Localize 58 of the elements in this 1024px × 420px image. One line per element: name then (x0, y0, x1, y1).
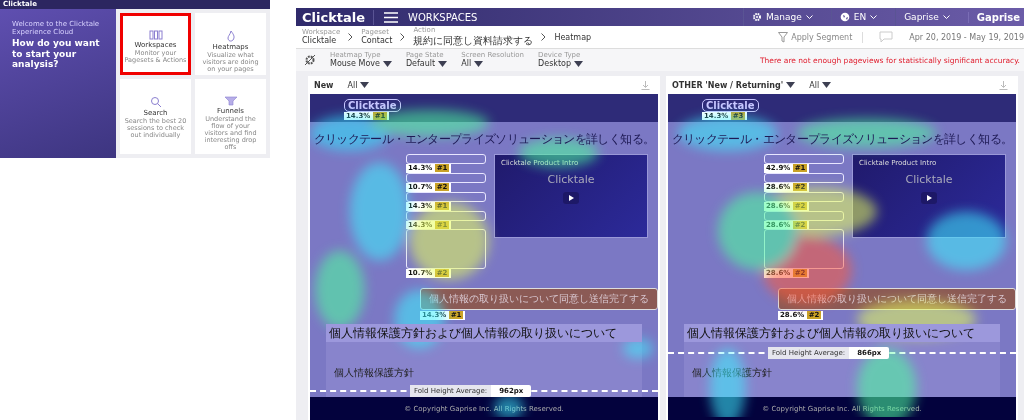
policy-header: 個人情報保護方針および個人情報の取り扱いについて (684, 323, 1000, 342)
caret-icon (822, 82, 832, 88)
search-icon (149, 96, 162, 109)
site-logo: Clicktale (344, 98, 401, 112)
caret-icon (474, 60, 484, 67)
settings-icon[interactable] (304, 54, 316, 66)
flame-icon (225, 30, 236, 42)
breadcrumb-link[interactable]: Heatmap (554, 32, 592, 42)
chevron-icon (348, 33, 354, 41)
chevron-icon (400, 33, 406, 41)
date-range[interactable]: Apr 20, 2019 - May 19, 2019 (909, 32, 1024, 42)
play-icon (921, 192, 937, 205)
menu-button[interactable]: Manage (742, 8, 821, 26)
filter-dropdown[interactable]: All (809, 80, 832, 90)
filter-icon (778, 31, 789, 43)
welcome-title: How do you want to start your analysis? (12, 38, 101, 70)
breadcrumb-link[interactable]: 規約に同意し資料請求する (413, 33, 534, 48)
video-logo: Clicktale (547, 173, 595, 187)
page-heading: クリックテール・エンタープライズソリューションを詳しく知る。 (312, 131, 656, 149)
caret-icon (805, 14, 813, 20)
breadcrumb-link[interactable]: Contact (361, 36, 393, 45)
apply-segment-button[interactable]: Apply Segment (768, 31, 864, 43)
caret-icon (438, 60, 448, 67)
comment-icon[interactable] (879, 31, 894, 43)
caret-icon (942, 14, 950, 20)
settings-icon (751, 12, 762, 22)
filter-dropdown[interactable]: Default (405, 59, 448, 68)
caret-icon (360, 82, 370, 88)
play-icon (563, 192, 579, 205)
filter-dropdown[interactable]: All (347, 80, 370, 90)
filter-dropdown[interactable]: All (461, 59, 525, 68)
breadcrumb-link[interactable]: Clicktale (302, 36, 341, 45)
caret-icon (870, 14, 878, 20)
segment-dropdown[interactable]: OTHER 'New / Returning' (672, 80, 796, 90)
brand-logo: Clicktale (302, 9, 375, 25)
filter-dropdown[interactable]: Desktop (538, 59, 584, 68)
funnel-icon (223, 96, 238, 107)
segment-dropdown[interactable]: New (314, 80, 334, 90)
download-icon[interactable] (999, 80, 1008, 90)
caret-icon (786, 82, 796, 88)
caret-icon (574, 60, 584, 67)
policy-header: 個人情報保護方針および個人情報の取り扱いについて (326, 323, 642, 342)
globe-icon (839, 12, 850, 22)
site-logo: Clicktale (702, 98, 759, 112)
video-logo: Clicktale (905, 173, 953, 187)
page-heading: クリックテール・エンタープライズソリューションを詳しく知る。 (670, 131, 1014, 149)
policy-title: 個人情報保護方針 (692, 365, 772, 380)
filter-dropdown[interactable]: Mouse Move (330, 59, 392, 68)
account-name[interactable]: Gaprise (967, 11, 1024, 23)
section-title: WORKSPACES (408, 11, 478, 23)
menu-button[interactable]: Gaprise (895, 8, 958, 26)
policy-title: 個人情報保護方針 (334, 365, 414, 380)
menu-button[interactable]: EN (830, 8, 886, 26)
download-icon[interactable] (641, 80, 650, 90)
columns-icon (148, 30, 163, 40)
menu-icon[interactable] (384, 11, 399, 23)
chevron-icon (541, 33, 547, 41)
caret-icon (382, 60, 392, 67)
